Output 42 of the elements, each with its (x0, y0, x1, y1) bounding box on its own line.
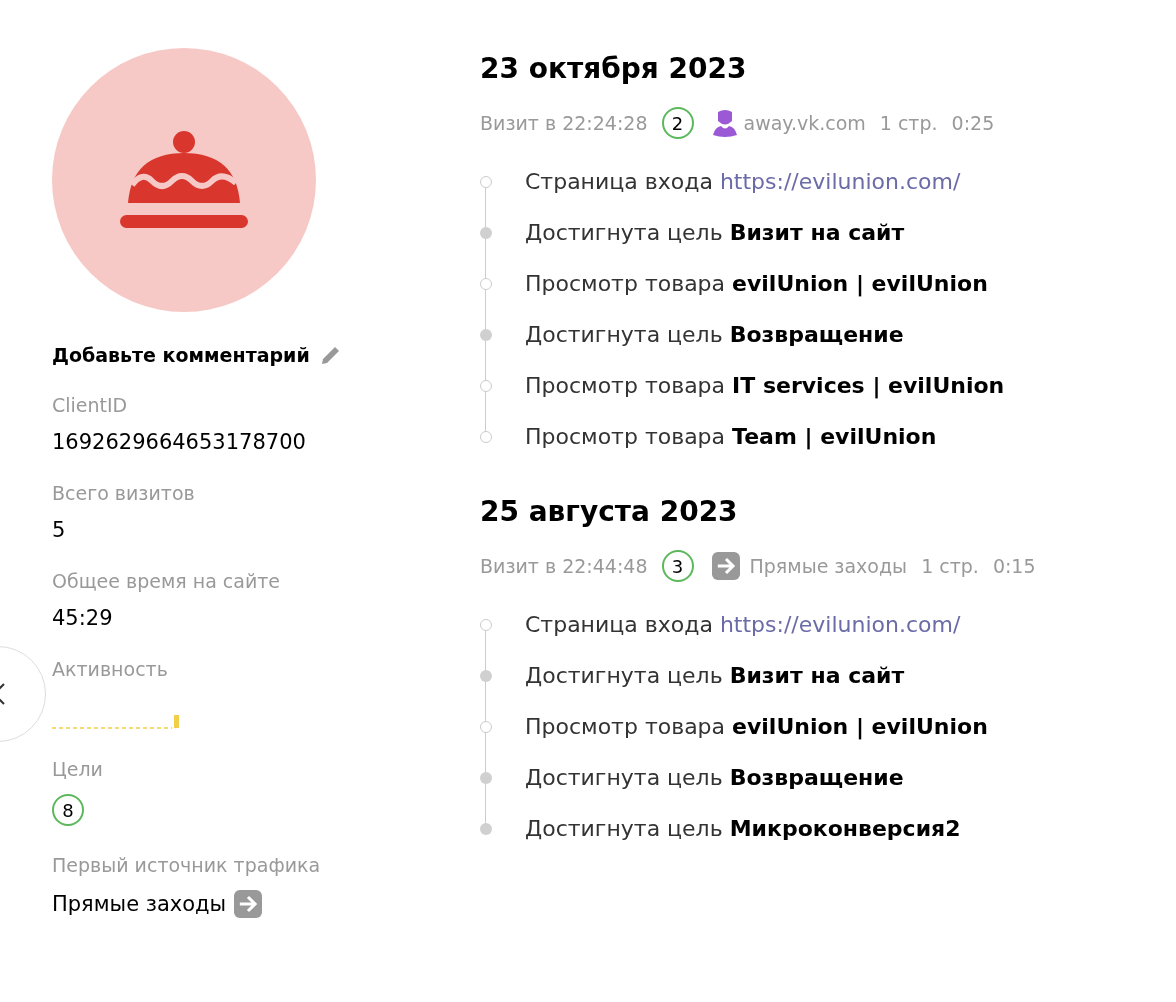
event-text: Просмотр товара IT services | evilUnion (525, 373, 1005, 398)
field-value: 1692629664653178700 (52, 430, 307, 454)
event-text: Просмотр товара evilUnion | evilUnion (525, 271, 988, 296)
field-value: 45:29 (52, 606, 114, 630)
page-count: 1 стр. (879, 112, 938, 134)
comment-prompt[interactable]: Добавьте комментарий (52, 344, 310, 366)
page-link[interactable]: https://evilunion.com/ (719, 169, 961, 194)
visit-date: 25 августа 2023 (480, 495, 739, 528)
visit-number: 2 (661, 107, 694, 139)
event-text: Страница входа https://evilunion.com/ (525, 612, 961, 637)
event-text: Достигнута цель Возвращение (525, 322, 904, 347)
field-value: 5 (52, 518, 67, 542)
event-text: Достигнута цель Возвращение (525, 765, 904, 790)
visit-time: Визит в 22:44:48 (480, 555, 648, 577)
page-count: 1 стр. (921, 555, 979, 577)
visit-duration: 0:15 (992, 555, 1036, 577)
arrow-right-icon (234, 890, 263, 918)
field-label: Цели (52, 758, 104, 780)
field-label: ClientID (52, 394, 129, 416)
traffic-source: Прямые заходы (749, 555, 908, 577)
visit-date: 23 октября 2023 (480, 52, 748, 85)
visit-number: 3 (661, 550, 694, 582)
event-text: Достигнута цель Микроконверсия2 (525, 816, 961, 841)
visit-time: Визит в 22:24:28 (480, 112, 648, 134)
traffic-source: away.vk.com (743, 112, 866, 134)
field-label: Всего визитов (52, 482, 196, 504)
page-link[interactable]: https://evilunion.com/ (719, 612, 961, 637)
event-text: Просмотр товара Team | evilUnion (525, 424, 937, 449)
event-text: Достигнута цель Визит на сайт (525, 220, 905, 245)
field-label: Первый источник трафика (52, 854, 322, 876)
event-text: Страница входа https://evilunion.com/ (525, 169, 961, 194)
visit-duration: 0:25 (951, 112, 995, 134)
field-label: Общее время на сайте (52, 570, 282, 592)
event-text: Достигнута цель Визит на сайт (525, 663, 905, 688)
field-value: Прямые заходы (52, 892, 227, 916)
event-text: Просмотр товара evilUnion | evilUnion (525, 714, 988, 739)
user-icon (711, 109, 738, 137)
hat-icon (118, 131, 250, 229)
arrow-right-icon (711, 552, 740, 580)
pencil-icon[interactable] (319, 344, 342, 366)
goals-count: 8 (52, 794, 84, 826)
field-label: Активность (52, 658, 169, 680)
